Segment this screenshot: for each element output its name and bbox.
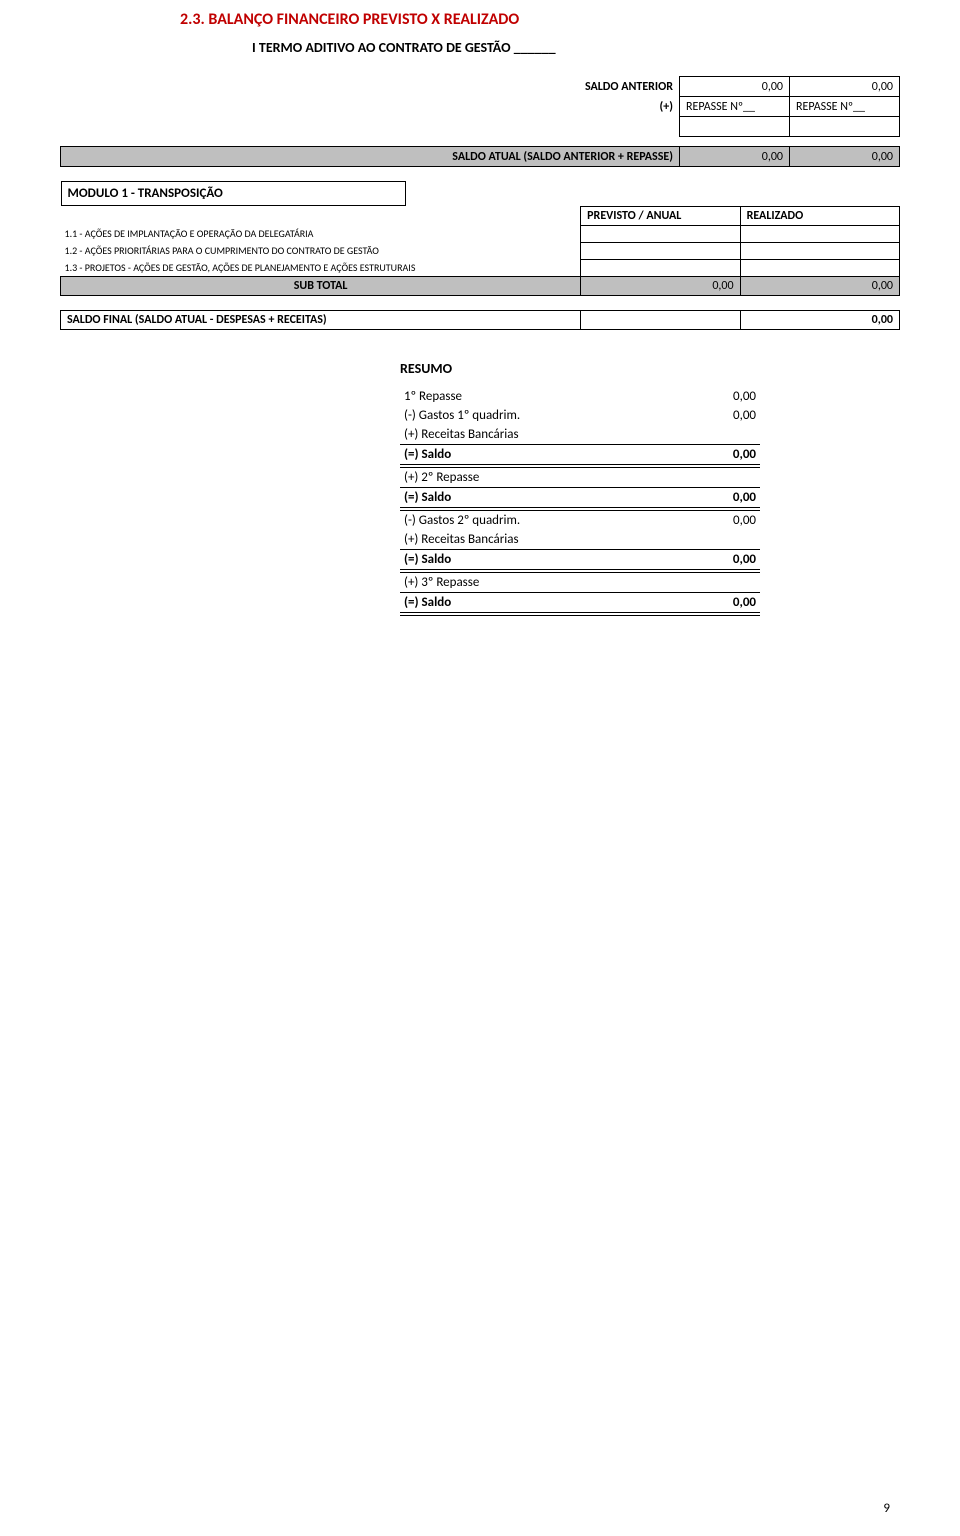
resumo-row: (-) Gastos 2º quadrim.0,00	[400, 509, 760, 530]
repasse-2: REPASSE Nº__	[790, 97, 900, 117]
repasse-1: REPASSE Nº__	[680, 97, 790, 117]
row-1-1-previsto	[581, 225, 740, 242]
row-1-1: 1.1 - AÇÕES DE IMPLANTAÇÃO E OPERAÇÃO DA…	[61, 225, 581, 242]
resumo-value: 0,00	[634, 593, 760, 615]
row-1-3: 1.3 - PROJETOS - AÇÕES DE GESTÃO, AÇÕES …	[61, 259, 581, 277]
resumo-row: (+) Receitas Bancárias	[400, 425, 760, 445]
resumo-value	[634, 425, 760, 445]
row-1-3-previsto	[581, 259, 740, 277]
resumo-row: 1º Repasse0,00	[400, 387, 760, 406]
resumo-row: (-) Gastos 1º quadrim.0,00	[400, 406, 760, 425]
row-1-3-realizado	[740, 259, 899, 277]
resumo-label: (+) Receitas Bancárias	[400, 425, 634, 445]
col-header-realizado: REALIZADO	[740, 206, 899, 225]
resumo-label: (=) Saldo	[400, 488, 634, 510]
resumo-value	[634, 571, 760, 593]
resumo-row: (=) Saldo0,00	[400, 593, 760, 615]
saldo-atual-value-1: 0,00	[680, 147, 790, 167]
resumo-row: (=) Saldo0,00	[400, 488, 760, 510]
empty-box-2	[790, 117, 900, 137]
row-1-2-previsto	[581, 242, 740, 259]
modulo-title: MODULO 1 - TRANSPOSIÇÃO	[61, 181, 406, 206]
resumo-row: (+) Receitas Bancárias	[400, 530, 760, 550]
saldo-anterior-label: SALDO ANTERIOR	[497, 77, 680, 97]
plus-label: (+)	[497, 97, 680, 117]
resumo-row: (=) Saldo0,00	[400, 550, 760, 572]
saldo-atual-label: SALDO ATUAL (SALDO ANTERIOR + REPASSE)	[61, 147, 680, 167]
resumo-row: (=) Saldo0,00	[400, 445, 760, 467]
resumo-value	[634, 466, 760, 488]
saldo-atual-value-2: 0,00	[790, 147, 900, 167]
resumo-label: (=) Saldo	[400, 445, 634, 467]
resumo-value: 0,00	[634, 445, 760, 467]
col-header-previsto: PREVISTO / ANUAL	[581, 206, 740, 225]
resumo-label: 1º Repasse	[400, 387, 634, 406]
saldo-final-label: SALDO FINAL (SALDO ATUAL - DESPESAS + RE…	[61, 311, 581, 330]
page-number: 9	[883, 1501, 890, 1516]
resumo-value: 0,00	[634, 550, 760, 572]
saldo-final-empty	[581, 311, 740, 330]
row-1-2: 1.2 - AÇÕES PRIORITÁRIAS PARA O CUMPRIME…	[61, 242, 581, 259]
modulo-table: MODULO 1 - TRANSPOSIÇÃO PREVISTO / ANUAL…	[60, 181, 900, 296]
saldo-anterior-table: SALDO ANTERIOR 0,00 0,00 (+) REPASSE Nº_…	[60, 76, 900, 167]
resumo-row: (+) 2º Repasse	[400, 466, 760, 488]
section-title: 2.3. BALANÇO FINANCEIRO PREVISTO X REALI…	[60, 10, 900, 29]
resumo-value: 0,00	[634, 488, 760, 510]
resumo-value: 0,00	[634, 509, 760, 530]
empty-box-1	[680, 117, 790, 137]
saldo-final-value: 0,00	[740, 311, 899, 330]
resumo-title: RESUMO	[400, 360, 900, 377]
saldo-final-table: SALDO FINAL (SALDO ATUAL - DESPESAS + RE…	[60, 310, 900, 330]
resumo-table: 1º Repasse0,00(-) Gastos 1º quadrim.0,00…	[400, 387, 760, 616]
subtitle: I TERMO ADITIVO AO CONTRATO DE GESTÃO __…	[60, 39, 900, 56]
resumo-value: 0,00	[634, 387, 760, 406]
resumo-value: 0,00	[634, 406, 760, 425]
resumo-label: (=) Saldo	[400, 593, 634, 615]
subtotal-label: SUB TOTAL	[61, 277, 581, 296]
row-1-1-realizado	[740, 225, 899, 242]
resumo-label: (-) Gastos 2º quadrim.	[400, 509, 634, 530]
resumo-label: (+) 3º Repasse	[400, 571, 634, 593]
resumo-row: (+) 3º Repasse	[400, 571, 760, 593]
resumo-label: (+) Receitas Bancárias	[400, 530, 634, 550]
row-1-2-realizado	[740, 242, 899, 259]
subtotal-previsto: 0,00	[581, 277, 740, 296]
resumo-label: (=) Saldo	[400, 550, 634, 572]
saldo-anterior-value-2: 0,00	[790, 77, 900, 97]
resumo-label: (+) 2º Repasse	[400, 466, 634, 488]
subtotal-realizado: 0,00	[740, 277, 899, 296]
resumo-label: (-) Gastos 1º quadrim.	[400, 406, 634, 425]
resumo-value	[634, 530, 760, 550]
saldo-anterior-value-1: 0,00	[680, 77, 790, 97]
